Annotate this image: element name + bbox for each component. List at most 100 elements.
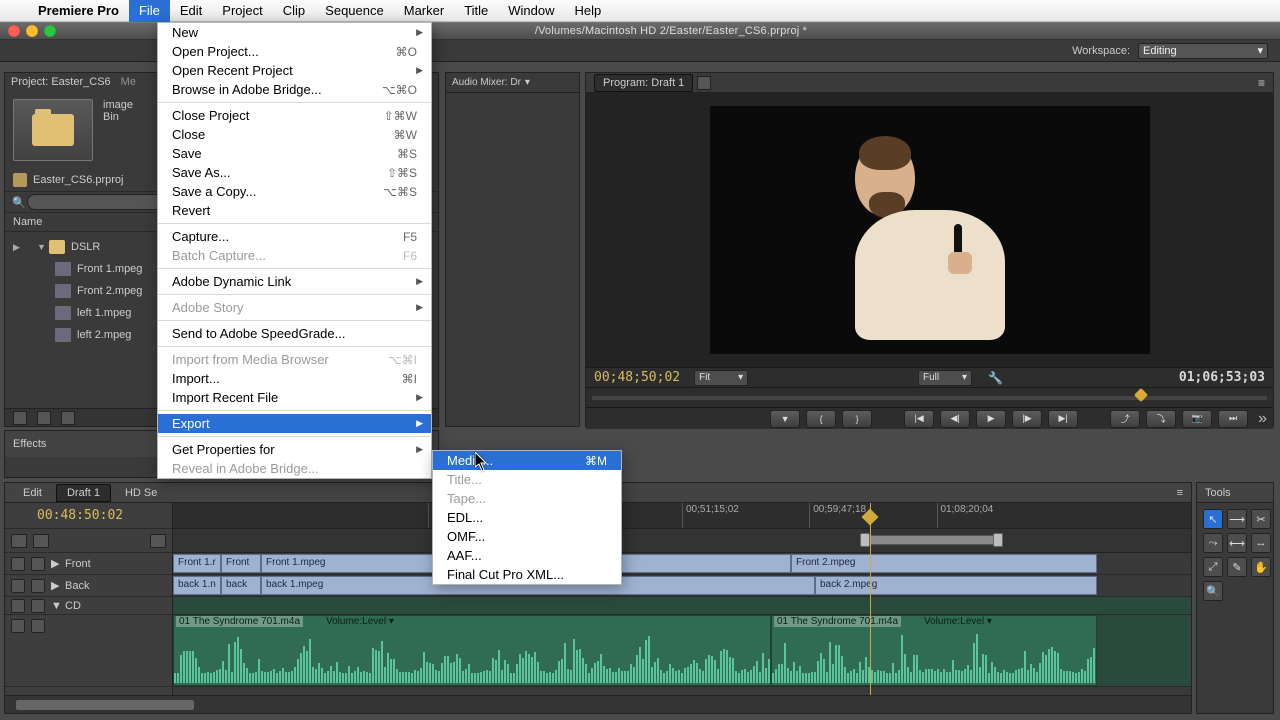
work-area-bar[interactable] [173, 529, 1191, 553]
track-header-a1[interactable]: ▼CD [5, 597, 172, 615]
timeline-tab-hdse[interactable]: HD Se [115, 485, 167, 501]
minimize-icon[interactable] [26, 25, 38, 37]
rolling-tool-icon[interactable]: ⤳ [1203, 533, 1223, 553]
lock-icon[interactable] [31, 557, 45, 571]
menu-item-browse-in-adobe-bridge[interactable]: Browse in Adobe Bridge...⌥⌘O [158, 80, 431, 99]
menu-marker[interactable]: Marker [394, 0, 454, 22]
marker-icon[interactable] [33, 534, 49, 548]
hand-tool-icon[interactable]: ✋ [1251, 557, 1271, 577]
export-item-edl[interactable]: EDL... [433, 508, 621, 527]
timeline-scrollbar[interactable] [5, 695, 1191, 713]
play-button[interactable]: ▶ [976, 410, 1006, 428]
out-point-button[interactable]: } [842, 410, 872, 428]
program-timecode-in[interactable]: 00;48;50;02 [594, 370, 680, 385]
goto-in-button[interactable]: |◀ [904, 410, 934, 428]
step-back-button[interactable]: ◀| [940, 410, 970, 428]
menu-item-save-as[interactable]: Save As...⇧⌘S [158, 163, 431, 182]
app-name[interactable]: Premiere Pro [28, 3, 129, 18]
menu-item-get-properties-for[interactable]: Get Properties for [158, 440, 431, 459]
razor-tool-icon[interactable]: ↔ [1251, 533, 1271, 553]
menu-clip[interactable]: Clip [273, 0, 315, 22]
menu-window[interactable]: Window [498, 0, 564, 22]
menu-help[interactable]: Help [565, 0, 612, 22]
timeline-clip[interactable]: Front 2.mpeg [791, 554, 1097, 573]
timeline-tracks[interactable]: 00;34;10;0200;42;42;1600;51;15;0200;59;4… [173, 503, 1191, 695]
speaker-icon[interactable] [11, 599, 25, 613]
timeline-tab-draft1[interactable]: Draft 1 [56, 484, 111, 502]
menu-item-close-project[interactable]: Close Project⇧⌘W [158, 106, 431, 125]
track-header-v1[interactable]: ▶Front [5, 553, 172, 575]
menu-item-adobe-dynamic-link[interactable]: Adobe Dynamic Link [158, 272, 431, 291]
wrench-icon[interactable]: 🔧 [988, 371, 1003, 385]
workarea-handle[interactable] [993, 533, 1003, 547]
lift-button[interactable]: ⤴ [1110, 410, 1140, 428]
menu-item-close[interactable]: Close⌘W [158, 125, 431, 144]
audio-clip[interactable]: 01 The Syndrome 701.m4aVolume:Level ▾ [173, 615, 771, 686]
more-icon[interactable]: » [1258, 410, 1267, 428]
timeline-clip[interactable]: Front [221, 554, 261, 573]
track-header-v2[interactable]: ▶Back [5, 575, 172, 597]
slip-tool-icon[interactable]: ⤢ [1203, 557, 1223, 577]
export-frame-button[interactable]: 📷 [1182, 410, 1212, 428]
workspace-select[interactable]: Editing ▾ [1138, 43, 1268, 59]
solo-icon[interactable] [31, 619, 45, 633]
source-tab[interactable]: Audio Mixer: Dr ▾ [446, 73, 579, 93]
pen-tool-icon[interactable]: ✎ [1227, 557, 1247, 577]
menu-item-import[interactable]: Import...⌘I [158, 369, 431, 388]
scroll-thumb[interactable] [15, 699, 195, 711]
timeline-tab-edit[interactable]: Edit [13, 485, 52, 501]
timeline-clip[interactable]: back [221, 576, 261, 595]
menu-item-open-project[interactable]: Open Project...⌘O [158, 42, 431, 61]
program-monitor[interactable] [586, 93, 1273, 367]
panel-menu-icon[interactable]: ≡ [1258, 76, 1265, 90]
menu-item-export[interactable]: Export [158, 414, 431, 433]
sequence-dropdown-icon[interactable] [697, 76, 711, 90]
rate-tool-icon[interactable]: ⟷ [1227, 533, 1247, 553]
settings-icon[interactable] [150, 534, 166, 548]
program-scrubber[interactable] [586, 387, 1273, 407]
timeline-clip[interactable]: back 2.mpeg [815, 576, 1097, 595]
step-fwd-button[interactable]: |▶ [1012, 410, 1042, 428]
menu-item-revert[interactable]: Revert [158, 201, 431, 220]
export-item-final-cut-pro-xml[interactable]: Final Cut Pro XML... [433, 565, 621, 584]
menu-item-open-recent-project[interactable]: Open Recent Project [158, 61, 431, 80]
lock-icon[interactable] [31, 599, 45, 613]
timeline-clip[interactable]: back 1.n [173, 576, 221, 595]
next-button[interactable]: ⏭ [1218, 410, 1248, 428]
menu-file[interactable]: File [129, 0, 170, 22]
goto-out-button[interactable]: ▶| [1048, 410, 1078, 428]
ripple-tool-icon[interactable]: ✂ [1251, 509, 1271, 529]
time-ruler[interactable]: 00;34;10;0200;42;42;1600;51;15;0200;59;4… [173, 503, 1191, 529]
zoom-fit-select[interactable]: Fit▾ [694, 370, 748, 386]
menu-item-send-to-adobe-speedgrade[interactable]: Send to Adobe SpeedGrade... [158, 324, 431, 343]
timeline-clip[interactable]: Front 1.r [173, 554, 221, 573]
extract-button[interactable]: ⤵ [1146, 410, 1176, 428]
resolution-select[interactable]: Full▾ [918, 370, 972, 386]
automate-icon[interactable] [61, 411, 75, 425]
menu-item-capture[interactable]: Capture...F5 [158, 227, 431, 246]
eye-icon[interactable] [11, 579, 25, 593]
zoom-icon[interactable] [44, 25, 56, 37]
menu-item-new[interactable]: New [158, 23, 431, 42]
panel-menu-icon[interactable]: ≡ [1177, 487, 1183, 499]
track-header-a1-expand[interactable] [5, 615, 172, 687]
lock-icon[interactable] [31, 579, 45, 593]
bin-disclosure-icon[interactable]: ▼ [37, 242, 49, 252]
in-point-button[interactable]: { [806, 410, 836, 428]
workarea-handle[interactable] [860, 533, 870, 547]
export-item-aaf[interactable]: AAF... [433, 546, 621, 565]
selection-tool-icon[interactable]: ↖ [1203, 509, 1223, 529]
menu-title[interactable]: Title [454, 0, 498, 22]
close-icon[interactable] [8, 25, 20, 37]
export-item-media[interactable]: Media...⌘M [433, 451, 621, 470]
mute-icon[interactable] [11, 619, 25, 633]
disclosure-icon[interactable]: ▶ [13, 242, 25, 253]
menu-item-save[interactable]: Save⌘S [158, 144, 431, 163]
mark-in-button[interactable]: ▼ [770, 410, 800, 428]
menu-sequence[interactable]: Sequence [315, 0, 394, 22]
playhead[interactable] [870, 503, 871, 695]
icon-view-icon[interactable] [37, 411, 51, 425]
menu-item-import-recent-file[interactable]: Import Recent File [158, 388, 431, 407]
snap-icon[interactable] [11, 534, 27, 548]
bin-thumbnail[interactable] [13, 99, 93, 161]
